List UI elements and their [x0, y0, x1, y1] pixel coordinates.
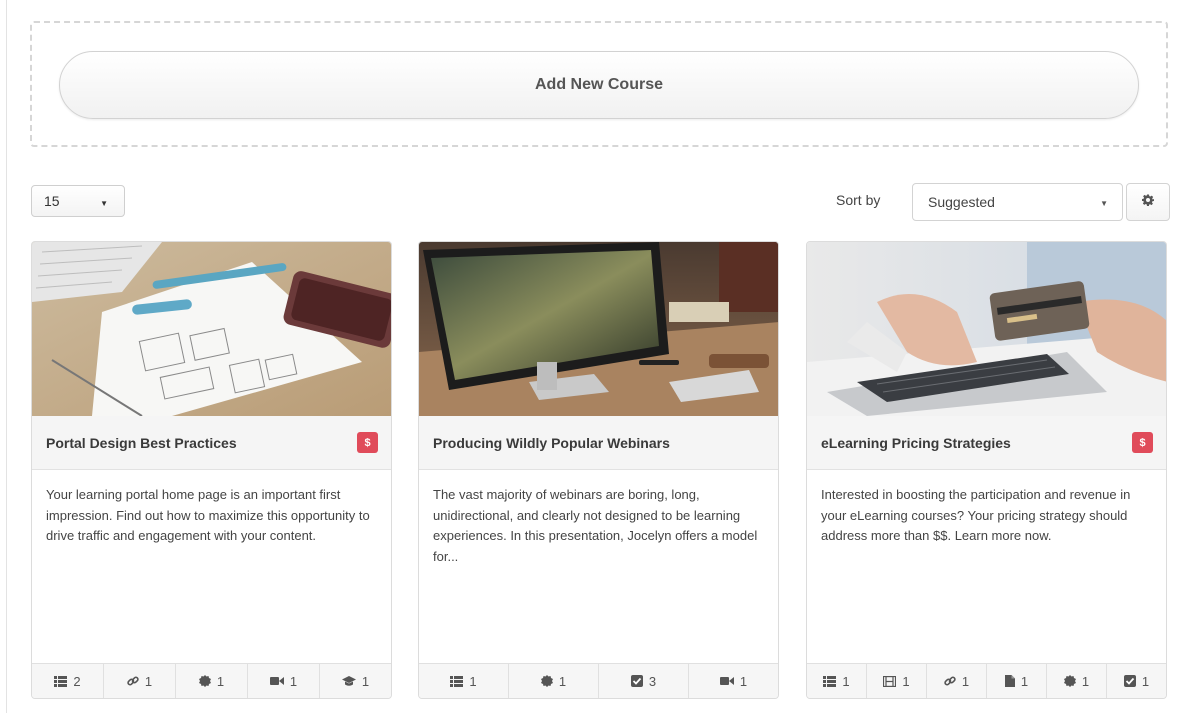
course-title-bar: Portal Design Best Practices $	[32, 416, 391, 470]
stat-lessons: 1	[807, 664, 867, 698]
stat-count: 1	[144, 673, 153, 689]
course-description: Interested in boosting the participation…	[821, 487, 1131, 543]
stat-count: 1	[558, 673, 567, 689]
badge-icon	[540, 675, 553, 687]
film-icon	[883, 675, 897, 687]
course-card[interactable]: Producing Wildly Popular Webinars The va…	[418, 241, 779, 699]
course-title[interactable]: Portal Design Best Practices	[46, 435, 237, 451]
list-icon	[823, 675, 837, 687]
stat-badges: 1	[509, 664, 599, 698]
course-description: The vast majority of webinars are boring…	[433, 487, 758, 564]
add-new-course-button[interactable]: Add New Course	[59, 51, 1139, 119]
per-page-value: 15	[44, 193, 60, 209]
course-stats-bar: 2 1 1 1 1	[32, 663, 391, 698]
stat-lessons: 1	[419, 664, 509, 698]
page-left-border	[6, 0, 7, 713]
video-icon	[269, 676, 284, 686]
caret-down-icon: ▼	[1100, 199, 1108, 208]
caret-down-icon: ▼	[100, 199, 108, 208]
stat-badges: 1	[176, 664, 248, 698]
course-thumbnail[interactable]	[807, 242, 1166, 416]
file-icon	[1004, 675, 1015, 687]
stat-videos: 1	[248, 664, 320, 698]
checkbox-icon	[630, 675, 643, 687]
course-thumbnail[interactable]	[32, 242, 391, 416]
course-card[interactable]: eLearning Pricing Strategies $ Intereste…	[806, 241, 1167, 699]
per-page-select[interactable]: 15 ▼	[31, 185, 125, 217]
course-card[interactable]: Portal Design Best Practices $ Your lear…	[31, 241, 392, 699]
stat-count: 3	[648, 673, 657, 689]
stat-count: 1	[469, 673, 477, 689]
stat-count: 1	[289, 673, 298, 689]
video-icon	[719, 676, 734, 686]
add-course-dropzone: Add New Course	[30, 21, 1168, 147]
sort-select[interactable]: Suggested ▼	[912, 183, 1123, 221]
stat-count: 1	[842, 673, 850, 689]
list-icon	[450, 675, 464, 687]
link-icon	[127, 675, 139, 687]
list-icon	[54, 675, 68, 687]
stat-films: 1	[867, 664, 927, 698]
stat-links: 1	[104, 664, 176, 698]
stat-badges: 1	[1047, 664, 1107, 698]
stat-certificates: 1	[320, 664, 391, 698]
checkbox-icon	[1123, 675, 1136, 687]
sort-settings-button[interactable]	[1126, 183, 1170, 221]
stat-lessons: 2	[32, 664, 104, 698]
stat-files: 1	[987, 664, 1047, 698]
stat-count: 1	[361, 673, 370, 689]
course-stats-bar: 1 1 3 1	[419, 663, 778, 698]
course-stats-bar: 1 1 1 1 1 1	[807, 663, 1166, 698]
graduation-cap-icon	[341, 675, 356, 687]
stat-videos: 1	[689, 664, 778, 698]
gear-icon	[1142, 193, 1154, 211]
sort-by-label: Sort by	[836, 192, 881, 208]
badge-icon	[1063, 675, 1076, 687]
sort-value: Suggested	[928, 194, 995, 210]
stat-quizzes: 3	[599, 664, 689, 698]
stat-count: 1	[1141, 673, 1150, 689]
price-badge: $	[357, 432, 378, 453]
stat-count: 1	[902, 673, 910, 689]
course-title[interactable]: eLearning Pricing Strategies	[821, 435, 1011, 451]
stat-count: 1	[1081, 673, 1090, 689]
stat-count: 2	[73, 673, 81, 689]
stat-count: 1	[1020, 673, 1029, 689]
stat-count: 1	[739, 673, 748, 689]
stat-quizzes: 1	[1107, 664, 1166, 698]
stat-count: 1	[216, 673, 225, 689]
link-icon	[944, 675, 956, 687]
stat-count: 1	[961, 673, 970, 689]
course-description: Your learning portal home page is an imp…	[46, 487, 370, 543]
price-badge: $	[1132, 432, 1153, 453]
course-title[interactable]: Producing Wildly Popular Webinars	[433, 435, 670, 451]
course-title-bar: Producing Wildly Popular Webinars	[419, 416, 778, 470]
course-title-bar: eLearning Pricing Strategies $	[807, 416, 1166, 470]
stat-links: 1	[927, 664, 987, 698]
badge-icon	[198, 675, 211, 687]
course-thumbnail[interactable]	[419, 242, 778, 416]
